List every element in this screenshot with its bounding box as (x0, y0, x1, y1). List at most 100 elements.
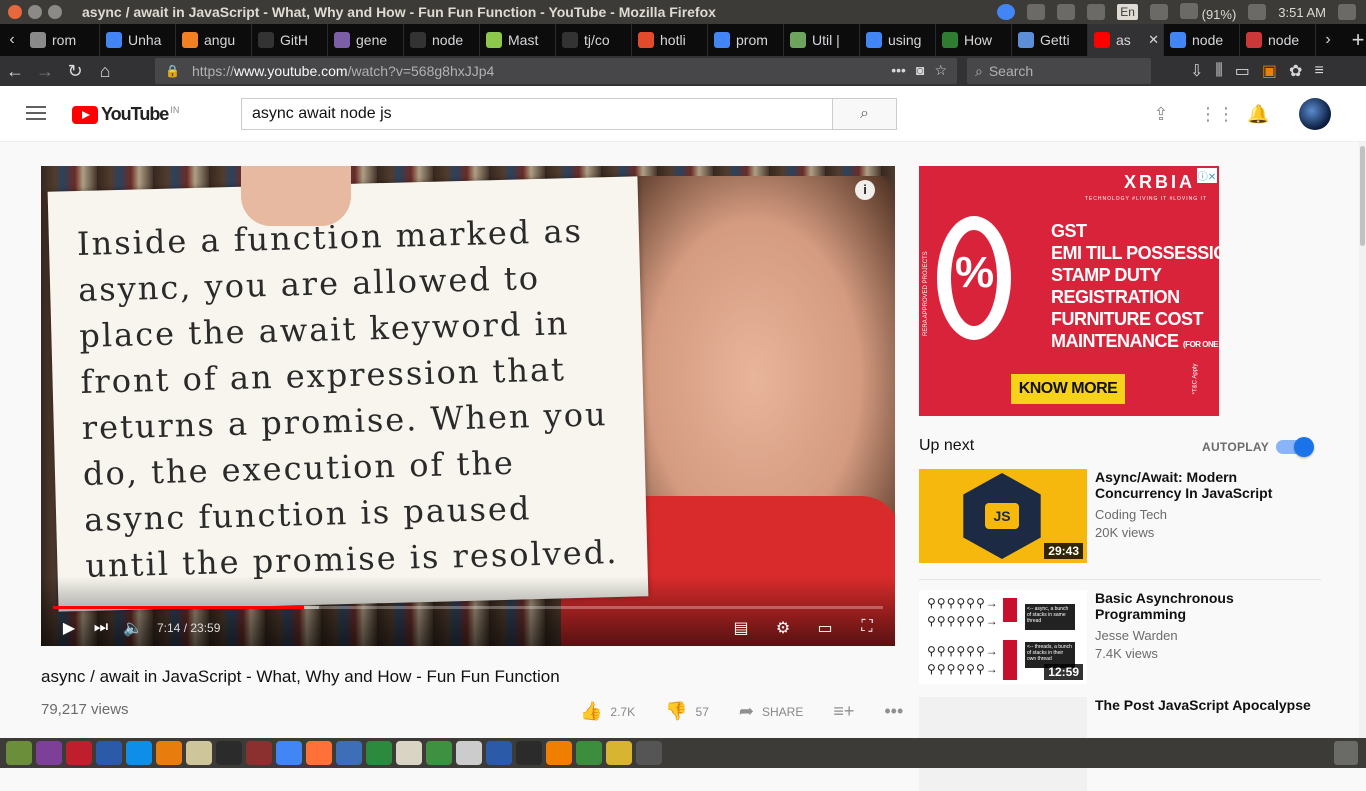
browser-tab[interactable]: prom (708, 24, 784, 56)
bookmark-star-icon[interactable]: ☆ (934, 62, 947, 79)
page-scrollbar[interactable] (1359, 142, 1366, 738)
more-actions-icon[interactable]: ••• (884, 701, 903, 722)
search-bar[interactable]: ⌕ Search (967, 58, 1151, 84)
vim-icon[interactable] (456, 741, 482, 765)
next-video-icon[interactable]: ⏭ (85, 619, 117, 637)
play-icon[interactable]: ▶ (53, 618, 85, 638)
youtube-logo[interactable]: YouTube IN (72, 104, 179, 125)
know-more-button[interactable]: KNOW MORE (1011, 374, 1125, 404)
battery-indicator[interactable]: (91%) (1179, 2, 1236, 22)
calendar-icon[interactable] (246, 741, 272, 765)
browser-tab[interactable]: tj/co (556, 24, 632, 56)
autoplay-toggle[interactable] (1276, 437, 1314, 457)
browser-tab[interactable]: GitH (252, 24, 328, 56)
close-tab-icon[interactable]: ✕ (1148, 32, 1159, 48)
chrome-tray-icon[interactable] (997, 4, 1016, 20)
browser-tab[interactable]: How (936, 24, 1012, 56)
disk-utility-icon[interactable] (186, 741, 212, 765)
window-minimize-button[interactable] (28, 5, 42, 19)
browser-tab[interactable]: node (1164, 24, 1240, 56)
gear-icon[interactable] (1338, 4, 1356, 20)
new-tab-button[interactable]: + (1340, 27, 1366, 53)
hamburger-menu-icon[interactable] (26, 106, 46, 120)
advertisement-banner[interactable]: ⓘ✕ XRBIA TECHNOLOGY #LIVING IT #LOVING I… (919, 166, 1219, 416)
volume-icon[interactable]: 🔈 (117, 618, 149, 638)
menu-icon[interactable]: ≡ (1314, 62, 1323, 80)
share-arrow-icon[interactable]: ➦ (739, 701, 754, 722)
library-icon[interactable]: ⫼ (1215, 62, 1222, 80)
video-player[interactable]: Inside a function marked as async, you a… (41, 166, 895, 646)
wifi-icon[interactable] (1087, 4, 1106, 20)
avatar[interactable] (1299, 98, 1331, 130)
clipboard-icon[interactable] (1057, 4, 1076, 20)
video-thumbnail[interactable]: ⚲⚲⚲⚲⚲⚲→ ⚲⚲⚲⚲⚲⚲→ ⚲⚲⚲⚲⚲⚲→ ⚲⚲⚲⚲⚲⚲→ <-- asyn… (919, 590, 1087, 684)
document-viewer-icon[interactable] (336, 741, 362, 765)
like-count[interactable]: 2.7K (610, 705, 635, 719)
text-editor-icon[interactable] (396, 741, 422, 765)
home-button[interactable]: ⌂ (90, 61, 120, 82)
upload-icon[interactable]: ⇪ (1151, 104, 1171, 124)
browser-tab[interactable]: Getti (1012, 24, 1088, 56)
tab-scroll-left-icon[interactable]: ‹ (0, 31, 24, 49)
page-actions-icon[interactable]: ••• (891, 62, 906, 79)
add-to-playlist-icon[interactable]: ≡+ (833, 701, 854, 722)
clock[interactable]: 3:51 AM (1278, 5, 1326, 20)
reload-button[interactable]: ↻ (60, 61, 90, 82)
share-button[interactable]: SHARE (762, 705, 803, 719)
browser-tab[interactable]: Mast (480, 24, 556, 56)
volume-icon[interactable] (1248, 4, 1267, 20)
terminal-icon[interactable] (216, 741, 242, 765)
firefox-icon[interactable] (306, 741, 332, 765)
blender-icon[interactable] (156, 741, 182, 765)
lock-icon[interactable]: 🔒 (165, 64, 180, 78)
browser-tab[interactable]: Util | (784, 24, 860, 56)
tab-scroll-right-icon[interactable]: › (1316, 31, 1340, 49)
recommended-video-title[interactable]: Basic Asynchronous Programming (1095, 590, 1315, 622)
video-progress-bar[interactable] (53, 606, 883, 609)
browser-tab[interactable]: node (404, 24, 480, 56)
apps-grid-icon[interactable]: ⋮⋮ (1199, 104, 1235, 124)
trash-icon[interactable] (1334, 741, 1358, 765)
url-bar[interactable]: 🔒 https://www.youtube.com/watch?v=568g8h… (155, 58, 957, 84)
spreadsheet-icon[interactable] (366, 741, 392, 765)
url-text[interactable]: https://www.youtube.com/watch?v=568g8hxJ… (192, 63, 494, 79)
fullscreen-icon[interactable]: ⛶ (851, 618, 883, 638)
video-thumbnail[interactable]: JS 29:43 (919, 469, 1087, 563)
thumbs-up-icon[interactable]: 👍 (580, 701, 602, 722)
browser-tab[interactable]: rom (24, 24, 100, 56)
thumbs-down-icon[interactable]: 👎 (665, 701, 687, 722)
window-maximize-button[interactable] (48, 5, 62, 19)
mysql-workbench-icon[interactable] (486, 741, 512, 765)
keyboard-language-indicator[interactable]: En (1117, 4, 1138, 20)
browser-tab[interactable]: gene (328, 24, 404, 56)
extension-icon[interactable]: ▣ (1262, 61, 1277, 81)
ad-info-icon[interactable]: ⓘ✕ (1197, 168, 1217, 183)
window-close-button[interactable] (8, 5, 22, 19)
captions-icon[interactable]: ▤ (725, 618, 757, 638)
ubuntu-settings-icon[interactable] (636, 741, 662, 765)
sublime-icon[interactable] (546, 741, 572, 765)
browser-tab[interactable]: angu (176, 24, 252, 56)
recommended-video[interactable]: ⚲⚲⚲⚲⚲⚲→ ⚲⚲⚲⚲⚲⚲→ ⚲⚲⚲⚲⚲⚲→ ⚲⚲⚲⚲⚲⚲→ <-- asyn… (919, 590, 1321, 684)
recommended-video-title[interactable]: The Post JavaScript Apocalypse (1095, 697, 1315, 713)
pocket-icon[interactable]: ◙ (916, 62, 924, 79)
sidebar-icon[interactable]: ▭ (1235, 61, 1250, 81)
mongodb-icon[interactable] (426, 741, 452, 765)
channel-name[interactable]: Coding Tech (1095, 507, 1167, 522)
youtube-search-input[interactable]: async await node js (241, 98, 833, 130)
scrollbar-thumb[interactable] (1360, 146, 1365, 246)
teamviewer-icon[interactable] (126, 741, 152, 765)
gnome-extension-icon[interactable]: ✿ (1289, 61, 1302, 81)
browser-tab[interactable]: using (860, 24, 936, 56)
browser-tab[interactable]: node (1240, 24, 1316, 56)
theater-mode-icon[interactable]: ▭ (809, 618, 841, 638)
settings-gear-icon[interactable]: ⚙ (767, 618, 799, 638)
browser-tab[interactable]: hotli (632, 24, 708, 56)
dislike-count[interactable]: 57 (696, 705, 709, 719)
youtube-search-button[interactable]: ⌕ (832, 98, 897, 130)
dropbox-icon[interactable] (1027, 4, 1046, 20)
visual-studio-icon[interactable] (96, 741, 122, 765)
filezilla-icon[interactable] (66, 741, 92, 765)
browser-tab[interactable]: Unha (100, 24, 176, 56)
downloads-icon[interactable]: ⇩ (1190, 61, 1203, 81)
